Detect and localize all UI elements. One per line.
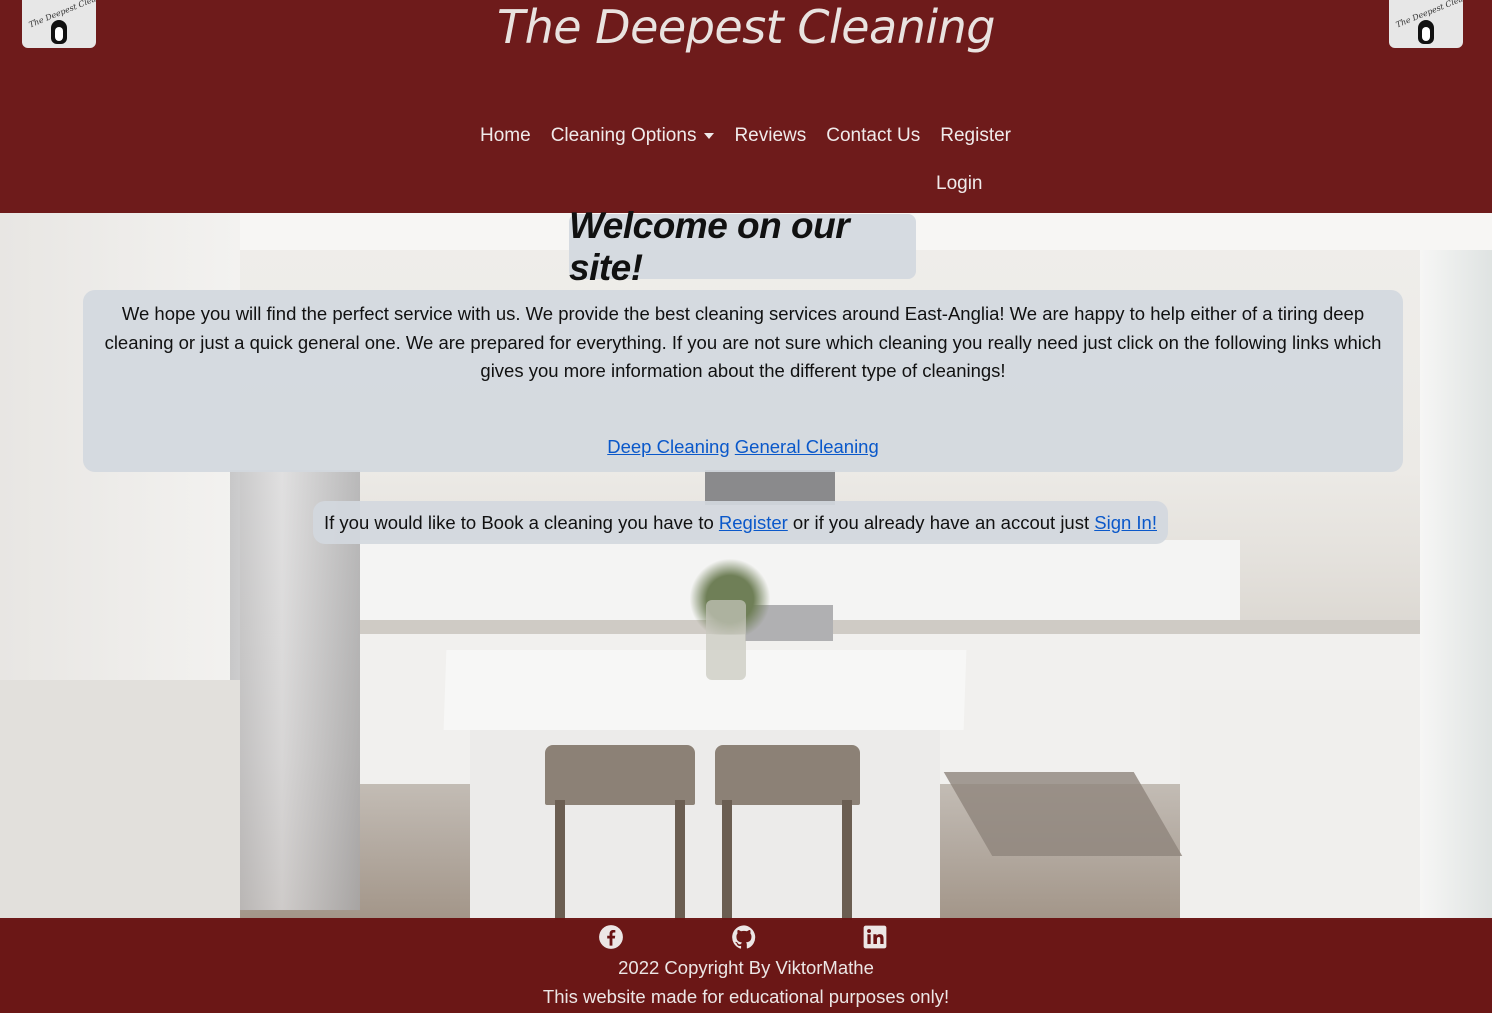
linkedin-icon[interactable] <box>862 924 888 950</box>
educational-note: This website made for educational purpos… <box>542 986 950 1007</box>
intro-panel: We hope you will find the perfect servic… <box>83 290 1403 472</box>
penguin-icon <box>1418 20 1434 44</box>
site-header: The Deepest Cleaning The Deepest Cleanin… <box>0 0 1492 213</box>
booking-text-middle: or if you already have an accout just <box>787 511 1095 533</box>
nav-reviews[interactable]: Reviews <box>724 112 816 160</box>
register-link[interactable]: Register <box>719 512 788 534</box>
site-title: The Deepest Cleaning <box>497 0 996 54</box>
general-cleaning-link[interactable]: General Cleaning <box>735 436 879 457</box>
booking-panel: If you would like to Book a cleaning you… <box>313 501 1168 544</box>
cleaning-links: Deep Cleaning General Cleaning <box>83 433 1403 462</box>
sign-in-link[interactable]: Sign In! <box>1094 512 1157 534</box>
nav-home[interactable]: Home <box>470 112 541 160</box>
booking-text-start: If you would like to Book a cleaning you… <box>323 511 719 533</box>
main-nav: Home Cleaning Options Reviews Contact Us… <box>470 112 1030 208</box>
facebook-icon[interactable] <box>598 924 624 950</box>
deep-cleaning-link[interactable]: Deep Cleaning <box>607 436 729 457</box>
nav-cleaning-options[interactable]: Cleaning Options <box>541 112 725 160</box>
caret-down-icon <box>704 133 715 139</box>
nav-login[interactable]: Login <box>926 160 993 208</box>
github-icon[interactable] <box>731 924 757 950</box>
nav-contact-us[interactable]: Contact Us <box>816 112 930 160</box>
logo-right[interactable]: The Deepest Cleaning <box>1389 0 1463 48</box>
welcome-heading: Welcome on our site! <box>569 205 916 288</box>
intro-text: We hope you will find the perfect servic… <box>104 303 1382 381</box>
nav-register[interactable]: Register <box>930 112 1021 160</box>
site-footer: 2022 Copyright By ViktorMathe This websi… <box>0 918 1492 1013</box>
copyright-text: 2022 Copyright By ViktorMathe <box>618 957 874 978</box>
nav-cleaning-options-label: Cleaning Options <box>550 125 697 146</box>
social-links <box>0 924 1492 954</box>
